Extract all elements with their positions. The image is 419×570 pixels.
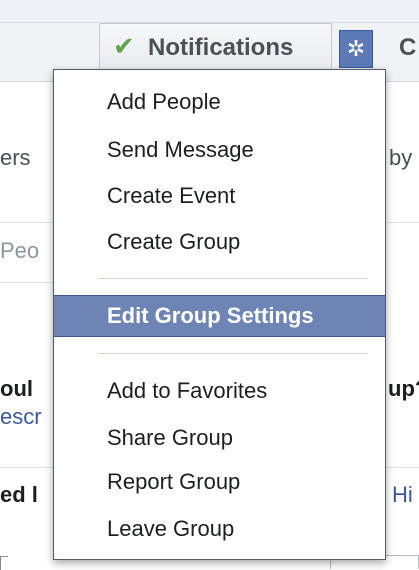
- menu-item-send-message[interactable]: Send Message: [54, 131, 385, 169]
- menu-separator: [98, 353, 368, 354]
- bg-text-ers: ers: [0, 145, 31, 170]
- bg-divider: [0, 282, 53, 283]
- menu-item-edit-group-settings[interactable]: Edit Group Settings: [54, 295, 385, 337]
- check-icon: ✔: [113, 31, 135, 61]
- menu-item-share-group[interactable]: Share Group: [54, 419, 385, 457]
- bg-text-by: by: [389, 145, 413, 170]
- bg-text-hi: Hi: [392, 482, 413, 507]
- settings-gear-button[interactable]: ✲: [339, 30, 373, 68]
- menu-item-add-to-favorites[interactable]: Add to Favorites: [54, 372, 385, 410]
- group-settings-menu: Add People Send Message Create Event Cre…: [53, 69, 386, 560]
- page-top-strip: [0, 0, 419, 23]
- bg-text-describe: escr: [0, 404, 42, 429]
- next-tab-partial[interactable]: C: [399, 34, 416, 62]
- bg-text-people: Peo: [0, 238, 40, 263]
- menu-item-leave-group[interactable]: Leave Group: [54, 510, 385, 548]
- menu-item-create-event[interactable]: Create Event: [54, 177, 385, 215]
- menu-item-add-people[interactable]: Add People: [54, 83, 385, 121]
- menu-item-report-group[interactable]: Report Group: [54, 463, 385, 501]
- bg-text-group-question: up?: [388, 376, 419, 401]
- menu-item-create-group[interactable]: Create Group: [54, 223, 385, 261]
- bg-divider: [0, 222, 53, 223]
- notifications-label: Notifications: [148, 34, 294, 61]
- bg-divider: [386, 467, 419, 468]
- bg-divider: [386, 222, 419, 223]
- bg-divider: [0, 467, 53, 468]
- bg-corner-mark: [0, 556, 8, 570]
- gear-icon: ✲: [346, 36, 366, 61]
- bg-text-shared: ed l: [0, 482, 38, 507]
- bg-text-could: oul: [0, 376, 33, 401]
- menu-separator: [98, 278, 368, 279]
